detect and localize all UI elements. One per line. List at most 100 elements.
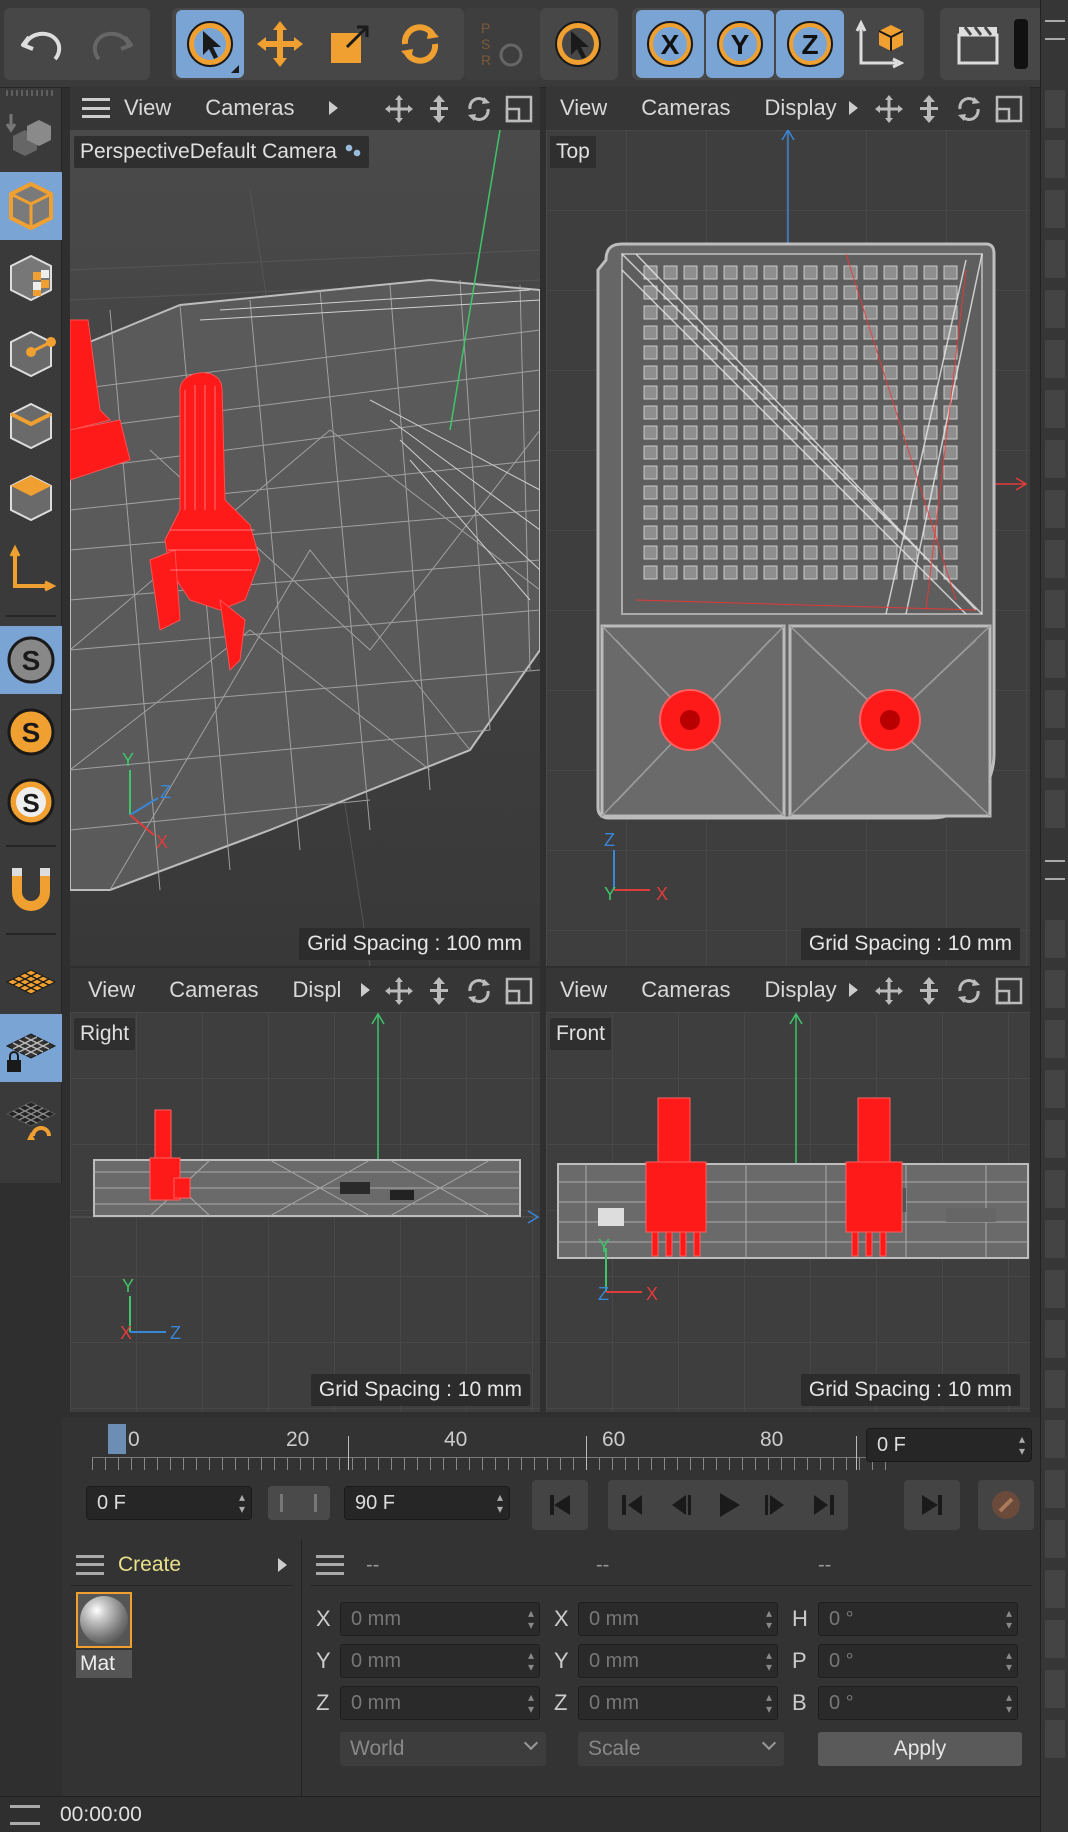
solo-hierarchy-button[interactable]: S xyxy=(0,768,62,836)
create-menu[interactable]: Create xyxy=(118,1553,181,1577)
orbit-icon[interactable] xyxy=(952,974,986,1008)
menu-view[interactable]: View xyxy=(560,95,607,121)
right-tab[interactable] xyxy=(1045,1170,1065,1208)
viewport-projection-label[interactable]: Top xyxy=(550,136,596,168)
material-menu-icon[interactable] xyxy=(76,1554,104,1575)
dolly-icon[interactable] xyxy=(422,92,456,126)
render-button-partial[interactable] xyxy=(1014,19,1028,69)
material-item[interactable]: Mat xyxy=(76,1592,132,1682)
dolly-icon[interactable] xyxy=(912,92,946,126)
right-tab[interactable] xyxy=(1045,790,1065,828)
z-axis-toggle[interactable]: Z xyxy=(776,10,844,78)
pan-icon[interactable] xyxy=(872,92,906,126)
next-key-button[interactable] xyxy=(800,1480,848,1530)
orbit-icon[interactable] xyxy=(462,92,496,126)
menu-cameras[interactable]: Cameras xyxy=(169,977,258,1003)
right-tab[interactable] xyxy=(1045,1470,1065,1508)
play-button[interactable] xyxy=(704,1480,752,1530)
spinner-arrows-icon[interactable]: ▴ ▾ xyxy=(528,1691,534,1715)
right-tab[interactable] xyxy=(1045,1570,1065,1608)
snap-toggle-button[interactable] xyxy=(0,856,62,924)
viewport-front[interactable]: View Cameras Display Y Z X Front Grid Sp… xyxy=(546,968,1030,1412)
next-frame-button[interactable] xyxy=(752,1480,800,1530)
scale-tool-button[interactable] xyxy=(316,10,384,78)
go-to-start-button[interactable] xyxy=(532,1480,588,1530)
size-x-field[interactable]: 0 mm ▴ ▾ xyxy=(578,1602,778,1636)
position-z-field[interactable]: 0 mm ▴ ▾ xyxy=(340,1686,540,1720)
make-editable-button[interactable] xyxy=(0,100,62,168)
right-tab[interactable] xyxy=(1045,970,1065,1008)
y-axis-toggle[interactable]: Y xyxy=(706,10,774,78)
right-tab[interactable] xyxy=(1045,290,1065,328)
orbit-icon[interactable] xyxy=(952,92,986,126)
right-tab[interactable] xyxy=(1045,1220,1065,1258)
dolly-icon[interactable] xyxy=(912,974,946,1008)
apply-button[interactable]: Apply xyxy=(818,1732,1022,1766)
solo-single-button[interactable]: S xyxy=(0,698,62,766)
right-tab[interactable] xyxy=(1045,490,1065,528)
right-tab[interactable] xyxy=(1045,1370,1065,1408)
previous-frame-button[interactable] xyxy=(656,1480,704,1530)
psr-button[interactable]: PSR xyxy=(468,10,536,78)
redo-button[interactable] xyxy=(78,10,146,78)
pan-icon[interactable] xyxy=(872,974,906,1008)
menu-view[interactable]: View xyxy=(124,95,171,121)
right-tab[interactable] xyxy=(1045,140,1065,178)
viewport-menu-icon[interactable] xyxy=(82,98,110,118)
right-tab[interactable] xyxy=(1045,1320,1065,1358)
go-to-end-button[interactable] xyxy=(904,1480,960,1530)
move-tool-button[interactable] xyxy=(246,10,314,78)
menu-cameras[interactable]: Cameras xyxy=(205,95,294,121)
points-mode-button[interactable] xyxy=(0,320,62,388)
viewport-perspective[interactable]: View Cameras Y Z X Perspective Default C… xyxy=(70,86,540,966)
spinner-arrows-icon[interactable]: ▴ ▾ xyxy=(1019,1433,1025,1457)
right-tab[interactable] xyxy=(1045,1020,1065,1058)
viewport-camera-label[interactable]: Perspective Default Camera xyxy=(74,136,369,168)
right-tab[interactable] xyxy=(1045,1620,1065,1658)
spinner-arrows-icon[interactable]: ▴ ▾ xyxy=(766,1649,772,1673)
right-tab[interactable] xyxy=(1045,1420,1065,1458)
palette-grip[interactable] xyxy=(6,90,54,96)
viewport-right[interactable]: View Cameras Displ Y X Z Right Grid Spac… xyxy=(70,968,540,1412)
size-z-field[interactable]: 0 mm ▴ ▾ xyxy=(578,1686,778,1720)
menu-display[interactable]: Display xyxy=(765,95,837,121)
menu-cameras[interactable]: Cameras xyxy=(641,95,730,121)
right-tab[interactable] xyxy=(1045,390,1065,428)
spinner-arrows-icon[interactable]: ▴ ▾ xyxy=(766,1691,772,1715)
menu-overflow-arrow[interactable] xyxy=(848,983,858,997)
pan-icon[interactable] xyxy=(382,974,416,1008)
right-tab[interactable] xyxy=(1045,1670,1065,1708)
locked-workplane-button[interactable] xyxy=(0,1014,62,1082)
position-y-field[interactable]: 0 mm ▴ ▾ xyxy=(340,1644,540,1678)
polygons-mode-button[interactable] xyxy=(0,464,62,532)
spinner-arrows-icon[interactable]: ▴ ▾ xyxy=(1006,1649,1012,1673)
x-axis-toggle[interactable]: X xyxy=(636,10,704,78)
perspective-canvas[interactable]: Y Z X xyxy=(70,129,540,966)
viewport-projection-label[interactable]: Right xyxy=(74,1018,136,1050)
rotation-h-field[interactable]: 0 ° ▴ ▾ xyxy=(818,1602,1018,1636)
spinner-arrows-icon[interactable]: ▴ ▾ xyxy=(528,1607,534,1631)
solo-off-button[interactable]: S xyxy=(0,626,62,694)
right-tab[interactable] xyxy=(1045,1720,1065,1758)
spinner-arrows-icon[interactable]: ▴ ▾ xyxy=(1006,1691,1012,1715)
playhead-marker[interactable] xyxy=(108,1424,126,1454)
min-frame-field[interactable]: 0 F ▴ ▾ xyxy=(86,1486,252,1520)
right-tab[interactable] xyxy=(1045,1270,1065,1308)
right-tab[interactable] xyxy=(1045,690,1065,728)
coordinates-menu-icon[interactable] xyxy=(316,1554,344,1575)
menu-view[interactable]: View xyxy=(88,977,135,1003)
live-selection-button[interactable] xyxy=(176,10,244,78)
spinner-arrows-icon[interactable]: ▴ ▾ xyxy=(1006,1607,1012,1631)
right-tab[interactable] xyxy=(1045,190,1065,228)
record-button[interactable] xyxy=(978,1480,1034,1530)
menu-overflow-arrow[interactable] xyxy=(278,1558,287,1572)
right-tab[interactable] xyxy=(1045,240,1065,278)
spinner-arrows-icon[interactable]: ▴ ▾ xyxy=(766,1607,772,1631)
coordinate-space-dropdown[interactable]: World xyxy=(340,1732,546,1766)
viewport-top[interactable]: View Cameras Display Z Y X Top Grid Spac… xyxy=(546,86,1030,966)
max-frame-field[interactable]: 90 F ▴ ▾ xyxy=(344,1486,510,1520)
right-tab[interactable] xyxy=(1045,920,1065,958)
right-tab[interactable] xyxy=(1045,640,1065,678)
maximize-view-icon[interactable] xyxy=(992,974,1026,1008)
spinner-arrows-icon[interactable]: ▴ ▾ xyxy=(239,1491,245,1515)
